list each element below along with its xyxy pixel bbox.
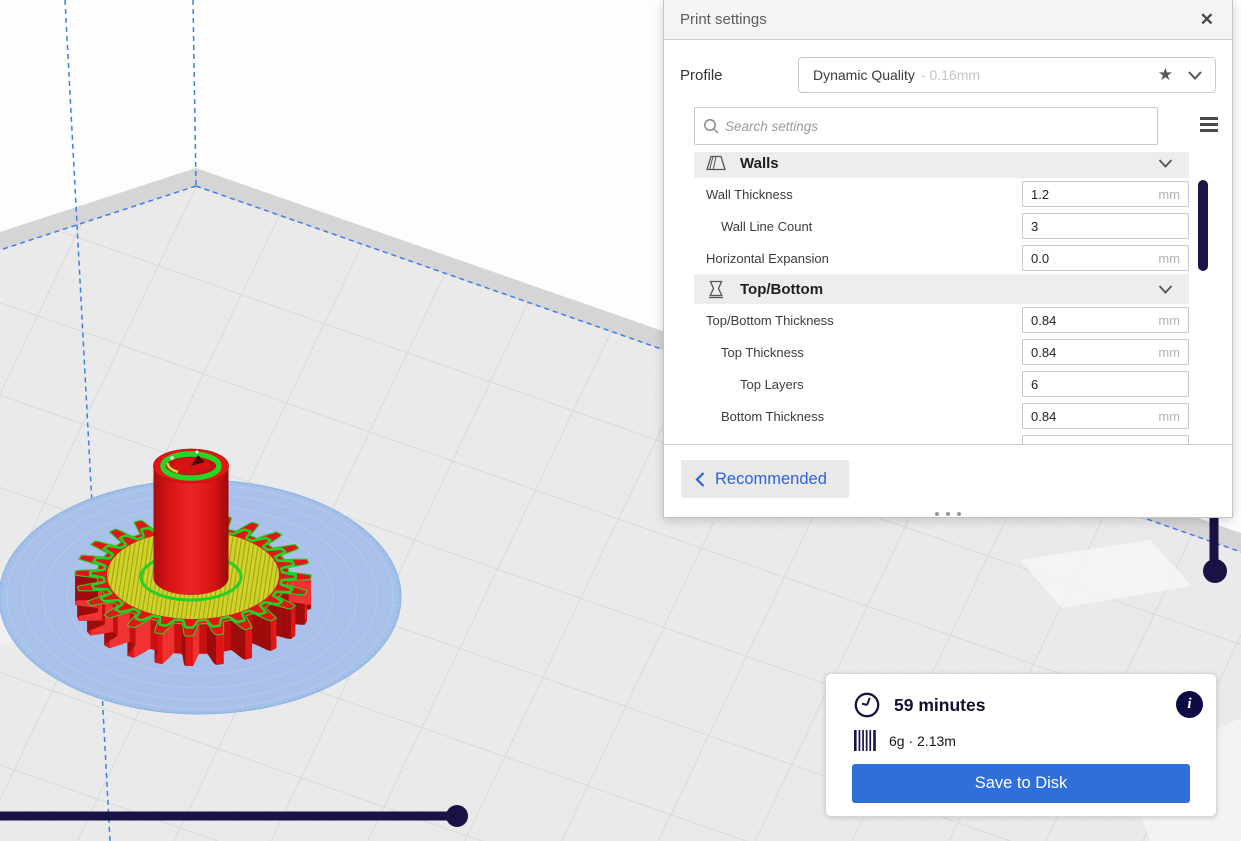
axis-ball-front	[446, 805, 468, 827]
settings-scrollbar[interactable]	[1198, 180, 1208, 271]
topbottom-icon	[704, 280, 728, 299]
material-usage: 6g · 2.13m	[889, 732, 956, 749]
setting-input[interactable]: 3	[1022, 213, 1189, 239]
setting-row-wall-thickness: Wall Thickness 1.2 mm	[694, 178, 1189, 210]
profile-layer-height: - 0.16mm	[920, 67, 981, 83]
setting-label: Wall Thickness	[706, 186, 793, 202]
star-icon[interactable]: ★	[1158, 65, 1173, 85]
setting-row-top-bottom-thickness: Top/Bottom Thickness 0.84 mm	[694, 304, 1189, 336]
setting-row-horizontal-expansion: Horizontal Expansion 0.0 mm	[694, 242, 1189, 274]
profile-dropdown[interactable]: Dynamic Quality - 0.16mm ★	[798, 57, 1216, 93]
profile-label: Profile	[680, 66, 723, 84]
setting-label: Bottom Thickness	[721, 408, 825, 424]
setting-value: 6	[1031, 376, 1039, 392]
setting-row-top-layers: Top Layers 6	[694, 368, 1189, 400]
setting-unit: mm	[1158, 312, 1180, 328]
clock-icon	[853, 691, 881, 719]
recommended-label: Recommended	[715, 469, 827, 488]
panel-header: Print settings ✕	[664, 0, 1232, 40]
volume-edge-back-vertical	[192, 0, 197, 187]
save-to-disk-button[interactable]: Save to Disk	[852, 764, 1190, 803]
setting-input[interactable]	[1022, 435, 1189, 444]
setting-value: 0.84	[1031, 312, 1057, 328]
chevron-down-icon	[1188, 70, 1202, 80]
print-settings-panel: Print settings ✕ Profile Dynamic Quality…	[663, 0, 1233, 518]
section-header-walls[interactable]: Walls	[694, 152, 1189, 178]
setting-value: 1.2	[1031, 186, 1050, 202]
chevron-down-icon[interactable]	[1158, 284, 1173, 294]
section-label: Top/Bottom	[740, 280, 824, 298]
profile-row: Profile Dynamic Quality - 0.16mm ★	[680, 57, 1216, 93]
print-time: 59 minutes	[894, 694, 986, 715]
setting-input[interactable]: 0.84 mm	[1022, 403, 1189, 429]
setting-value: 3	[1031, 218, 1039, 234]
close-icon[interactable]: ✕	[1200, 11, 1214, 28]
info-icon[interactable]: i	[1176, 691, 1203, 718]
print-summary-card: 59 minutes i 6g · 2.13m Save to Disk	[825, 673, 1217, 817]
setting-value: 0.84	[1031, 408, 1057, 424]
setting-label: Top/Bottom Thickness	[706, 312, 834, 328]
axis-ball-right	[1203, 559, 1227, 583]
setting-unit: mm	[1158, 408, 1180, 424]
chevron-down-icon[interactable]	[1158, 158, 1173, 168]
setting-label: Wall Line Count	[721, 218, 813, 234]
setting-unit: mm	[1158, 186, 1180, 202]
setting-input[interactable]: 6	[1022, 371, 1189, 397]
setting-input[interactable]: 0.84 mm	[1022, 339, 1189, 365]
search-row	[694, 107, 1218, 145]
setting-input[interactable]: 1.2 mm	[1022, 181, 1189, 207]
material-icon	[854, 730, 876, 751]
material-row: 6g · 2.13m	[854, 730, 956, 751]
setting-row-top-thickness: Top Thickness 0.84 mm	[694, 336, 1189, 368]
profile-value: Dynamic Quality	[813, 67, 915, 83]
setting-row-wall-line-count: Wall Line Count 3	[694, 210, 1189, 242]
setting-unit: mm	[1158, 250, 1180, 266]
setting-row-bottom-thickness: Bottom Thickness 0.84 mm	[694, 400, 1189, 432]
setting-label: Top Layers	[740, 376, 804, 392]
setting-label: Top Thickness	[721, 344, 804, 360]
settings-menu-icon[interactable]	[1200, 117, 1218, 132]
print-time-row: 59 minutes	[853, 691, 985, 719]
setting-unit: mm	[1158, 344, 1180, 360]
panel-footer: Recommended	[664, 444, 1232, 517]
setting-value: 0.0	[1031, 250, 1050, 266]
walls-icon	[704, 155, 728, 171]
section-label: Walls	[740, 154, 779, 172]
setting-input[interactable]: 0.84 mm	[1022, 307, 1189, 333]
back-chevron-icon	[695, 471, 705, 487]
setting-value: 0.84	[1031, 344, 1057, 360]
setting-label: Horizontal Expansion	[706, 250, 829, 266]
section-header-top-bottom[interactable]: Top/Bottom	[694, 274, 1189, 304]
search-input[interactable]	[694, 107, 1158, 145]
settings-list[interactable]: Walls Wall Thickness 1.2 mm Wall Line Count 3…	[694, 152, 1189, 444]
panel-title: Print settings	[680, 11, 767, 28]
recommended-button[interactable]: Recommended	[681, 460, 849, 498]
setting-row-partial	[694, 432, 1189, 444]
panel-resize-handle[interactable]	[664, 512, 1232, 516]
setting-input[interactable]: 0.0 mm	[1022, 245, 1189, 271]
